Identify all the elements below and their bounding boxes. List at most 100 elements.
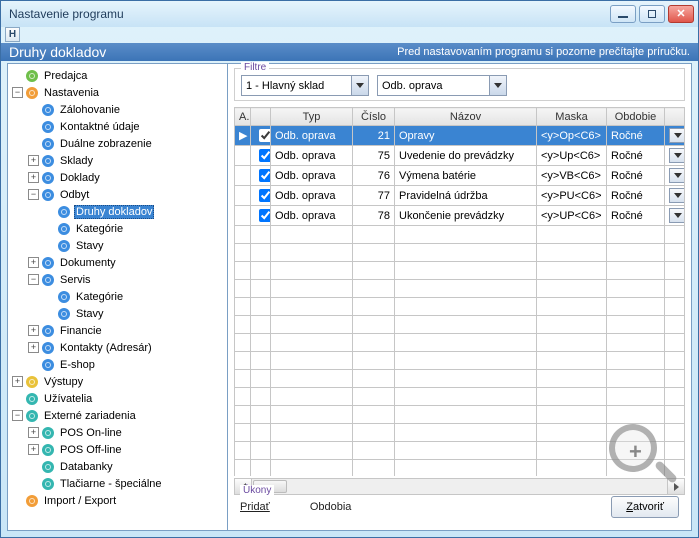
row-checkbox-cell[interactable] bbox=[251, 186, 271, 206]
obdobia-link[interactable]: Obdobia bbox=[310, 501, 352, 513]
label: Výstupy bbox=[42, 375, 85, 389]
close-button[interactable]: ✕ bbox=[668, 5, 694, 23]
collapse-icon[interactable]: − bbox=[12, 87, 23, 98]
grid-header: A. Typ Číslo Názov Maska Obdobie bbox=[235, 108, 685, 126]
tree-kategorie[interactable]: Kategórie bbox=[44, 220, 227, 237]
help-button[interactable]: H bbox=[5, 27, 20, 42]
expand-icon[interactable]: + bbox=[28, 427, 39, 438]
tree-sklady[interactable]: +Sklady bbox=[28, 152, 227, 169]
row-dropdown-cell[interactable] bbox=[665, 206, 685, 226]
row-dropdown-cell[interactable] bbox=[665, 146, 685, 166]
row-checkbox[interactable] bbox=[259, 169, 271, 182]
table-row[interactable]: Odb. oprava76Výmena batérie<y>VB<C6>Ročn… bbox=[235, 166, 685, 186]
tree-eshop[interactable]: E-shop bbox=[28, 356, 227, 373]
tree-kontakty[interactable]: +Kontakty (Adresár) bbox=[28, 339, 227, 356]
tree-tlaciarne[interactable]: Tlačiarne - špeciálne bbox=[28, 475, 227, 492]
row-checkbox-cell[interactable] bbox=[251, 206, 271, 226]
add-link[interactable]: Pridať bbox=[240, 501, 270, 513]
expand-icon[interactable]: + bbox=[28, 155, 39, 166]
row-dropdown-cell[interactable] bbox=[665, 186, 685, 206]
tree-servis[interactable]: −Servis bbox=[28, 271, 227, 288]
col-cislo[interactable]: Číslo bbox=[353, 108, 395, 126]
gear-icon bbox=[42, 444, 54, 456]
row-dropdown-button[interactable] bbox=[669, 188, 685, 203]
expand-icon[interactable]: + bbox=[28, 172, 39, 183]
col-obdobie[interactable]: Obdobie bbox=[607, 108, 665, 126]
tree-import-export[interactable]: Import / Export bbox=[12, 492, 227, 509]
row-dropdown-cell[interactable] bbox=[665, 126, 685, 146]
expand-icon[interactable]: + bbox=[28, 444, 39, 455]
row-dropdown-button[interactable] bbox=[669, 148, 685, 163]
table-row[interactable]: ▶Odb. oprava21Opravy<y>Op<C6>Ročné bbox=[235, 126, 685, 146]
maximize-button[interactable] bbox=[639, 5, 665, 23]
tree-odbyt[interactable]: −Odbyt bbox=[28, 186, 227, 203]
row-checkbox-cell[interactable] bbox=[251, 126, 271, 146]
tree-kontaktne[interactable]: Kontaktné údaje bbox=[28, 118, 227, 135]
actions-group: Úkony Pridať Obdobia Zatvoriť bbox=[234, 492, 685, 524]
filter-sklad-combo[interactable]: 1 - Hlavný sklad bbox=[241, 75, 369, 96]
col-a[interactable]: A. bbox=[235, 108, 251, 126]
tree-stavy[interactable]: Stavy bbox=[44, 237, 227, 254]
cell-typ: Odb. oprava bbox=[271, 206, 353, 226]
expand-icon[interactable]: + bbox=[12, 376, 23, 387]
tree-vystupy[interactable]: + Výstupy bbox=[12, 373, 227, 390]
tree-servis-kategorie[interactable]: Kategórie bbox=[44, 288, 227, 305]
table-row[interactable]: Odb. oprava77Pravidelná údržba<y>PU<C6>R… bbox=[235, 186, 685, 206]
gear-icon bbox=[26, 393, 38, 405]
collapse-icon[interactable]: − bbox=[28, 189, 39, 200]
tree-zalohovanie[interactable]: Zálohovanie bbox=[28, 101, 227, 118]
tree-externe[interactable]: −Externé zariadenia bbox=[12, 407, 227, 424]
gear-icon bbox=[42, 189, 54, 201]
expand-icon[interactable]: + bbox=[28, 325, 39, 336]
row-checkbox[interactable] bbox=[259, 129, 271, 142]
tree-doklady[interactable]: +Doklady bbox=[28, 169, 227, 186]
cell-typ: Odb. oprava bbox=[271, 186, 353, 206]
col-dd bbox=[665, 108, 685, 126]
col-maska[interactable]: Maska bbox=[537, 108, 607, 126]
collapse-icon[interactable]: − bbox=[28, 274, 39, 285]
col-nazov[interactable]: Názov bbox=[395, 108, 537, 126]
window-title: Nastavenie programu bbox=[9, 7, 607, 21]
tree-uzivatelia[interactable]: Užívatelia bbox=[12, 390, 227, 407]
tree-nastavenia[interactable]: −Nastavenia bbox=[12, 84, 227, 101]
filter-typ-combo[interactable]: Odb. oprava bbox=[377, 75, 507, 96]
tree-dualne[interactable]: Duálne zobrazenie bbox=[28, 135, 227, 152]
minimize-button[interactable] bbox=[610, 5, 636, 23]
table-row[interactable]: Odb. oprava75Uvedenie do prevádzky<y>Up<… bbox=[235, 146, 685, 166]
gear-icon bbox=[42, 342, 54, 354]
row-checkbox-cell[interactable] bbox=[251, 166, 271, 186]
col-typ[interactable]: Typ bbox=[271, 108, 353, 126]
tree-predajca[interactable]: Predajca bbox=[12, 67, 227, 84]
minimize-icon bbox=[618, 16, 628, 18]
row-checkbox[interactable] bbox=[259, 189, 271, 202]
actions-legend: Úkony bbox=[240, 485, 274, 496]
tree-servis-stavy[interactable]: Stavy bbox=[44, 305, 227, 322]
filters-legend: Filtre bbox=[241, 62, 269, 73]
tree-pos-offline[interactable]: +POS Off-line bbox=[28, 441, 227, 458]
table-row-empty bbox=[235, 442, 685, 460]
row-dropdown-cell[interactable] bbox=[665, 166, 685, 186]
tree-pos-online[interactable]: +POS On-line bbox=[28, 424, 227, 441]
col-check[interactable] bbox=[251, 108, 271, 126]
close-form-button[interactable]: Zatvoriť bbox=[611, 496, 679, 518]
collapse-icon[interactable]: − bbox=[12, 410, 23, 421]
tree-financie[interactable]: +Financie bbox=[28, 322, 227, 339]
expand-icon[interactable]: + bbox=[28, 342, 39, 353]
chevron-right-icon bbox=[674, 483, 679, 491]
tree-databanky[interactable]: Databanky bbox=[28, 458, 227, 475]
table-row[interactable]: Odb. oprava78Ukončenie prevádzky<y>UP<C6… bbox=[235, 206, 685, 226]
row-dropdown-button[interactable] bbox=[669, 168, 685, 183]
tree-dokumenty[interactable]: +Dokumenty bbox=[28, 254, 227, 271]
row-checkbox[interactable] bbox=[259, 209, 271, 222]
row-checkbox-cell[interactable] bbox=[251, 146, 271, 166]
doklady-grid[interactable]: A. Typ Číslo Názov Maska Obdobie ▶Odb. o… bbox=[234, 107, 685, 476]
row-dropdown-button[interactable] bbox=[669, 128, 685, 143]
expand-icon[interactable]: + bbox=[28, 257, 39, 268]
row-indicator bbox=[235, 166, 251, 186]
nav-tree[interactable]: Predajca −Nastavenia Zálohovanie Kontakt… bbox=[8, 64, 228, 530]
chevron-down-icon bbox=[674, 133, 682, 138]
tree-druhy-dokladov[interactable]: Druhy dokladov bbox=[44, 203, 227, 220]
row-dropdown-button[interactable] bbox=[669, 208, 685, 223]
row-checkbox[interactable] bbox=[259, 149, 271, 162]
combo-value: 1 - Hlavný sklad bbox=[246, 80, 351, 92]
